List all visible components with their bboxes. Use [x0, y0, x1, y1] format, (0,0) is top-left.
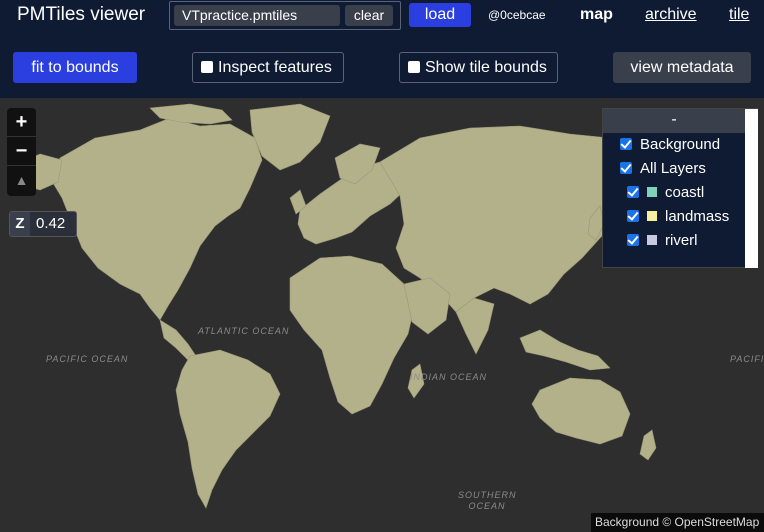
landmass-australia — [531, 377, 631, 445]
nav-map-tab[interactable]: map — [580, 6, 613, 24]
inspect-features-label: Inspect features — [218, 59, 332, 76]
landmass-south-america — [175, 349, 281, 509]
show-tile-bounds-toggle[interactable]: Show tile bounds — [399, 52, 558, 83]
label-indian-ocean: INDIAN OCEAN — [410, 372, 488, 382]
layer-color-swatch — [647, 187, 657, 197]
label-pacific-ocean-right: PACIFIC — [730, 354, 764, 364]
layer-label: All Layers — [640, 160, 706, 177]
zoom-in-button[interactable]: + — [7, 108, 36, 137]
compass-icon[interactable]: ▲ — [7, 166, 36, 195]
version-hash: @0cebcae — [488, 8, 546, 22]
layer-label: coastl — [665, 184, 705, 201]
layer-item-all-layers[interactable]: All Layers — [620, 159, 706, 179]
inspect-features-checkbox[interactable] — [201, 61, 213, 73]
layer-item-riverl[interactable]: riverl — [627, 231, 698, 251]
layer-item-coastl[interactable]: coastl — [627, 183, 704, 203]
load-button[interactable]: load — [409, 3, 471, 27]
layers-scrollbar[interactable] — [745, 109, 758, 268]
nav-archive-link[interactable]: archive — [645, 6, 697, 24]
layers-collapse-button[interactable]: - — [603, 109, 745, 133]
landmass-north-america — [49, 117, 263, 321]
show-tile-bounds-label: Show tile bounds — [425, 59, 547, 76]
file-input-group: VTpractice.pmtiles clear — [169, 1, 401, 30]
landmass-africa — [289, 255, 415, 415]
layer-item-landmass[interactable]: landmass — [627, 207, 729, 227]
label-southern-ocean-line1: SOUTHERN — [458, 490, 517, 500]
layer-label: landmass — [665, 208, 730, 225]
app-title: PMTiles viewer — [17, 4, 146, 25]
layer-checkbox[interactable] — [627, 210, 639, 222]
landmass-new-zealand — [639, 429, 657, 461]
layer-item-background[interactable]: Background — [620, 135, 720, 155]
inspect-features-toggle[interactable]: Inspect features — [192, 52, 344, 83]
layers-panel: - Background All Layers coastl landmass … — [602, 108, 758, 268]
navigation-control: + − ▲ — [7, 108, 36, 196]
layer-label: Background — [640, 136, 721, 153]
zoom-prefix: Z — [10, 212, 30, 236]
label-southern-ocean-line2: OCEAN — [468, 501, 506, 511]
fit-to-bounds-button[interactable]: fit to bounds — [13, 52, 137, 83]
nav-tile-link[interactable]: tile — [729, 6, 749, 24]
label-pacific-ocean: PACIFIC OCEAN — [46, 354, 129, 364]
layer-checkbox[interactable] — [620, 162, 632, 174]
zoom-value: 0.42 — [36, 215, 66, 232]
show-tile-bounds-checkbox[interactable] — [408, 61, 420, 73]
layer-color-swatch — [647, 211, 657, 221]
view-metadata-button[interactable]: view metadata — [613, 52, 751, 83]
landmass-central-america — [159, 319, 197, 361]
layer-checkbox[interactable] — [627, 186, 639, 198]
label-southern-ocean: SOUTHERN OCEAN — [458, 490, 516, 512]
layer-checkbox[interactable] — [627, 234, 639, 246]
zoom-out-button[interactable]: − — [7, 137, 36, 166]
layer-checkbox[interactable] — [620, 138, 632, 150]
clear-button[interactable]: clear — [345, 5, 393, 26]
layer-label: riverl — [665, 232, 698, 249]
label-atlantic-ocean: ATLANTIC OCEAN — [198, 326, 290, 336]
map-attribution[interactable]: Background © OpenStreetMap — [591, 513, 764, 532]
landmass-southeast-asia — [519, 329, 611, 371]
layer-color-swatch — [647, 235, 657, 245]
top-bar: PMTiles viewer VTpractice.pmtiles clear … — [0, 0, 764, 32]
file-name-field[interactable]: VTpractice.pmtiles — [174, 5, 340, 26]
zoom-level-indicator: Z 0.42 — [9, 211, 77, 237]
